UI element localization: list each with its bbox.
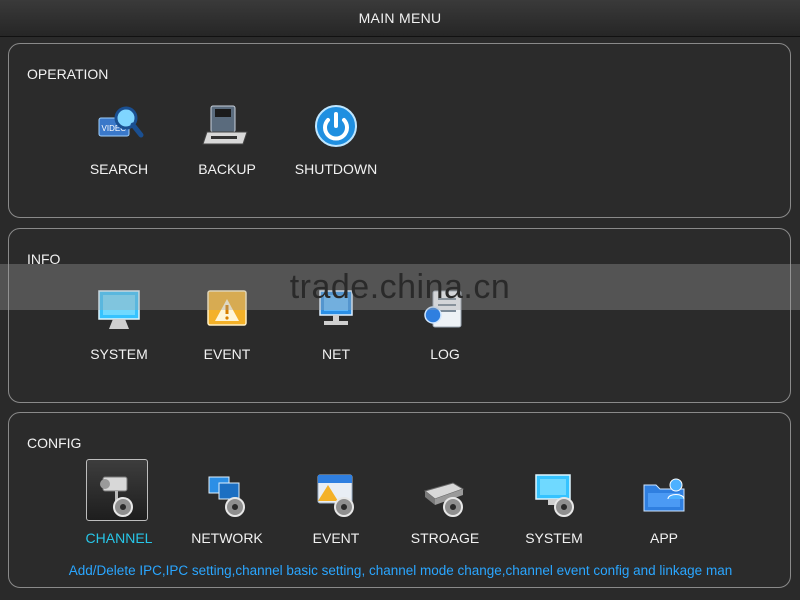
operation-search-button[interactable]: VIDEO SEARCH [64,96,174,178]
config-event-label: EVENT [312,530,360,546]
config-channel-button[interactable]: CHANNEL [64,459,174,547]
backup-label: BACKUP [198,161,256,177]
folder-user-icon [643,478,685,512]
power-icon [315,105,357,147]
operation-backup-button[interactable]: BACKUP [172,96,282,178]
info-panel: INFO SYSTEM EVENT NET LOG [8,228,791,403]
backup-drive-icon [202,105,248,145]
config-panel-title: CONFIG [27,435,82,451]
window-title: MAIN MENU [0,0,800,37]
config-storage-button[interactable]: STROAGE [390,465,500,547]
info-net-label: NET [322,346,350,362]
network-gear-icon [208,476,245,517]
shutdown-label: SHUTDOWN [294,161,378,177]
config-system-button[interactable]: SYSTEM [499,465,609,547]
config-storage-label: STROAGE [410,530,480,546]
config-app-label: APP [649,530,678,546]
info-event-label: EVENT [203,346,251,362]
config-channel-label: CHANNEL [85,530,153,546]
alert-gear-icon [317,474,354,517]
config-network-label: NETWORK [191,530,263,546]
config-app-button[interactable]: APP [609,465,719,547]
hdd-gear-icon [423,482,465,517]
config-network-button[interactable]: NETWORK [172,465,282,547]
camera-gear-icon [100,476,133,517]
monitor-gear-icon [535,474,574,517]
operation-shutdown-button[interactable]: SHUTDOWN [281,96,391,178]
operation-panel: OPERATION VIDEO SEARCH BACKUP SHUTDOWN [8,43,791,218]
info-log-label: LOG [430,346,460,362]
search-label: SEARCH [89,161,149,177]
video-search-icon: VIDEO [98,106,144,138]
info-system-label: SYSTEM [90,346,148,362]
status-help-text: Add/Delete IPC,IPC setting,channel basic… [68,563,733,578]
config-system-label: SYSTEM [525,530,583,546]
config-panel: CONFIG CHANNEL NETWORK EVENT STROAGE SYS… [8,412,791,588]
operation-panel-title: OPERATION [27,66,109,82]
watermark-overlay: trade.china.cn [0,264,800,310]
config-event-button[interactable]: EVENT [281,465,391,547]
